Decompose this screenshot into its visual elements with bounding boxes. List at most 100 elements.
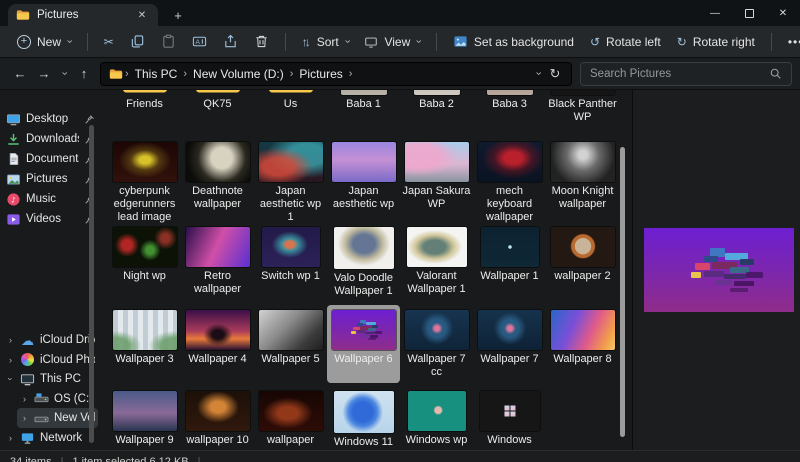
chevron-down-icon[interactable]: ›	[6, 375, 16, 384]
file-item-japan-sakura-wp[interactable]: Japan Sakura WP	[400, 137, 473, 228]
forward-button[interactable]: →	[32, 62, 56, 86]
view-button[interactable]: View ›	[357, 31, 426, 53]
file-item-friends[interactable]: Friends	[108, 90, 181, 128]
chevron-right-icon[interactable]: ›	[6, 433, 15, 443]
file-item-wallpaper-10[interactable]: wallpaper 10	[181, 386, 254, 450]
set-background-button[interactable]: Set as background	[446, 30, 581, 53]
maximize-button[interactable]	[732, 0, 766, 26]
file-item-deathnote-wallpaper[interactable]: Deathnote wallpaper	[181, 137, 254, 228]
breadcrumb[interactable]: ›This PC›New Volume (D:)›Pictures› › ↻	[100, 62, 572, 86]
file-item-windows-11-system-wp[interactable]: Windows 11 system wp	[327, 386, 400, 450]
file-label: Wallpaper 5	[261, 353, 319, 366]
delete-button[interactable]	[247, 30, 276, 53]
file-item-baba-3[interactable]: Baba 3	[473, 90, 546, 128]
sidebar-item-music[interactable]: ♪Music	[3, 189, 98, 209]
rotate-right-button[interactable]: ↻ Rotate right	[670, 31, 762, 53]
breadcrumb-segment[interactable]: This PC	[130, 65, 183, 83]
sidebar-item-this-pc[interactable]: ›This PC	[3, 369, 98, 389]
file-item-night-wp[interactable]: Night wp	[108, 222, 181, 302]
breadcrumb-segment[interactable]: New Volume (D:)	[188, 65, 289, 83]
close-button[interactable]: ✕	[766, 0, 800, 26]
file-item-black-panther-wp[interactable]: Black Panther WP	[546, 90, 619, 128]
file-item-wallpaper-3[interactable]: Wallpaper 3	[108, 305, 181, 383]
file-item-japan-aesthetic-wp[interactable]: Japan aesthetic wp	[327, 137, 400, 228]
file-item-wallpaper-7-cc[interactable]: Wallpaper 7 cc	[400, 305, 473, 383]
sidebar-item-desktop[interactable]: Desktop	[3, 109, 98, 129]
sidebar-item-icloud-photos[interactable]: ›iCloud Photos	[3, 350, 98, 370]
copy-button[interactable]	[123, 30, 152, 53]
tab-close-icon[interactable]: ✕	[134, 7, 150, 23]
sidebar-item-pictures[interactable]: Pictures	[3, 169, 98, 189]
file-item-wallpaper-1[interactable]: Wallpaper 1	[473, 222, 546, 302]
rotate-left-button[interactable]: ↺ Rotate left	[583, 31, 668, 53]
sidebar-item-downloads[interactable]: Downloads	[3, 129, 98, 149]
up-button[interactable]: ↑	[72, 62, 96, 86]
file-item-wallpaper[interactable]: wallpaper	[254, 386, 327, 450]
file-item-wallpaper-4[interactable]: Wallpaper 4	[181, 305, 254, 383]
minimize-button[interactable]: —	[698, 0, 732, 26]
sidebar-item-icloud-drive[interactable]: ›☁iCloud Drive	[3, 330, 98, 350]
sidebar-item-documents[interactable]: Documents	[3, 149, 98, 169]
chevron-right-icon[interactable]: ›	[20, 394, 29, 404]
tab-pictures[interactable]: Pictures ✕	[8, 4, 158, 26]
file-thumbnail	[186, 142, 250, 182]
file-item-wallpaper-9[interactable]: Wallpaper 9	[108, 386, 181, 450]
sidebar-item-label: Documents	[26, 153, 79, 165]
file-item-windows-wp[interactable]: Windows wp	[400, 386, 473, 450]
share-button[interactable]	[216, 30, 245, 53]
file-item-mech-keyboard-wallpaper[interactable]: mech keyboard wallpaper	[473, 137, 546, 228]
file-item-switch-wp-1[interactable]: Switch wp 1	[254, 222, 327, 302]
file-item-baba-1[interactable]: Baba 1	[327, 90, 400, 128]
sidebar-scrollbar[interactable]	[89, 125, 94, 443]
file-item-wallpaper-7[interactable]: Wallpaper 7	[473, 305, 546, 383]
file-item-us[interactable]: Us	[254, 90, 327, 128]
sidebar-item-network[interactable]: ›Network	[3, 428, 98, 448]
file-item-valo-doodle-wallpaper-1[interactable]: Valo Doodle Wallpaper 1	[327, 222, 400, 302]
share-icon	[223, 34, 238, 49]
new-tab-button[interactable]: +	[168, 6, 188, 24]
paste-button[interactable]	[154, 30, 183, 53]
sort-icon: ↑↓	[302, 35, 308, 49]
tab-title: Pictures	[37, 9, 127, 21]
breadcrumb-segment[interactable]: Pictures	[294, 65, 347, 83]
more-options-button[interactable]: •••	[781, 31, 800, 53]
new-button[interactable]: + New ›	[10, 31, 78, 53]
sidebar-item-new-volume-d-[interactable]: ›New Volume (D:)	[17, 408, 98, 428]
file-item-qk75[interactable]: QK75	[181, 90, 254, 128]
sort-button[interactable]: ↑↓ Sort ›	[295, 31, 356, 53]
file-label: Deathnote wallpaper	[183, 185, 252, 211]
breadcrumb-chevron-icon: ›	[124, 68, 130, 80]
file-item-baba-2[interactable]: Baba 2	[400, 90, 473, 128]
search-box[interactable]	[580, 62, 792, 86]
sidebar-item-os-c-[interactable]: ›OS (C:)	[17, 389, 98, 409]
refresh-icon[interactable]: ↻	[547, 62, 563, 86]
folder-icon	[259, 90, 323, 95]
file-item-cyberpunk-edgerunners-lead-image[interactable]: cyberpunk edgerunners lead image	[108, 137, 181, 228]
file-grid: FriendsQK75UsBaba 1Baba 2Baba 3Black Pan…	[108, 90, 620, 450]
chevron-right-icon[interactable]: ›	[6, 335, 15, 345]
file-item-wallpaper-8[interactable]: Wallpaper 8	[546, 305, 619, 383]
file-item-wallpaper-6[interactable]: Wallpaper 6	[327, 305, 400, 383]
content-scrollbar[interactable]	[620, 147, 625, 437]
address-dropdown-icon[interactable]: ›	[532, 72, 543, 76]
rename-button[interactable]: A	[185, 30, 214, 53]
file-thumbnail	[113, 391, 177, 431]
search-icon	[769, 67, 782, 80]
chevron-right-icon[interactable]: ›	[20, 413, 29, 423]
back-button[interactable]: ←	[8, 62, 32, 86]
sidebar-item-videos[interactable]: Videos	[3, 209, 98, 229]
cut-button[interactable]: ✂	[97, 31, 121, 53]
file-item-japan-aesthetic-wp-1[interactable]: Japan aesthetic wp 1	[254, 137, 327, 228]
recent-locations-icon[interactable]: ›	[58, 72, 69, 76]
videos-icon	[6, 212, 21, 227]
file-item-wallpaper-5[interactable]: Wallpaper 5	[254, 305, 327, 383]
file-item-valorant-wallpaper-1[interactable]: Valorant Wallpaper 1	[400, 222, 473, 302]
chevron-right-icon[interactable]: ›	[6, 355, 15, 365]
file-item-retro-wallpaper[interactable]: Retro wallpaper	[181, 222, 254, 302]
this-pc-icon	[20, 372, 35, 387]
file-label: Windows wp	[406, 434, 468, 447]
file-item-moon-knight-wallpaper[interactable]: Moon Knight wallpaper	[546, 137, 619, 228]
file-item-windows[interactable]: Windows	[473, 386, 546, 450]
search-input[interactable]	[590, 68, 763, 80]
file-item-wallpaper-2[interactable]: wallpaper 2	[546, 222, 619, 302]
